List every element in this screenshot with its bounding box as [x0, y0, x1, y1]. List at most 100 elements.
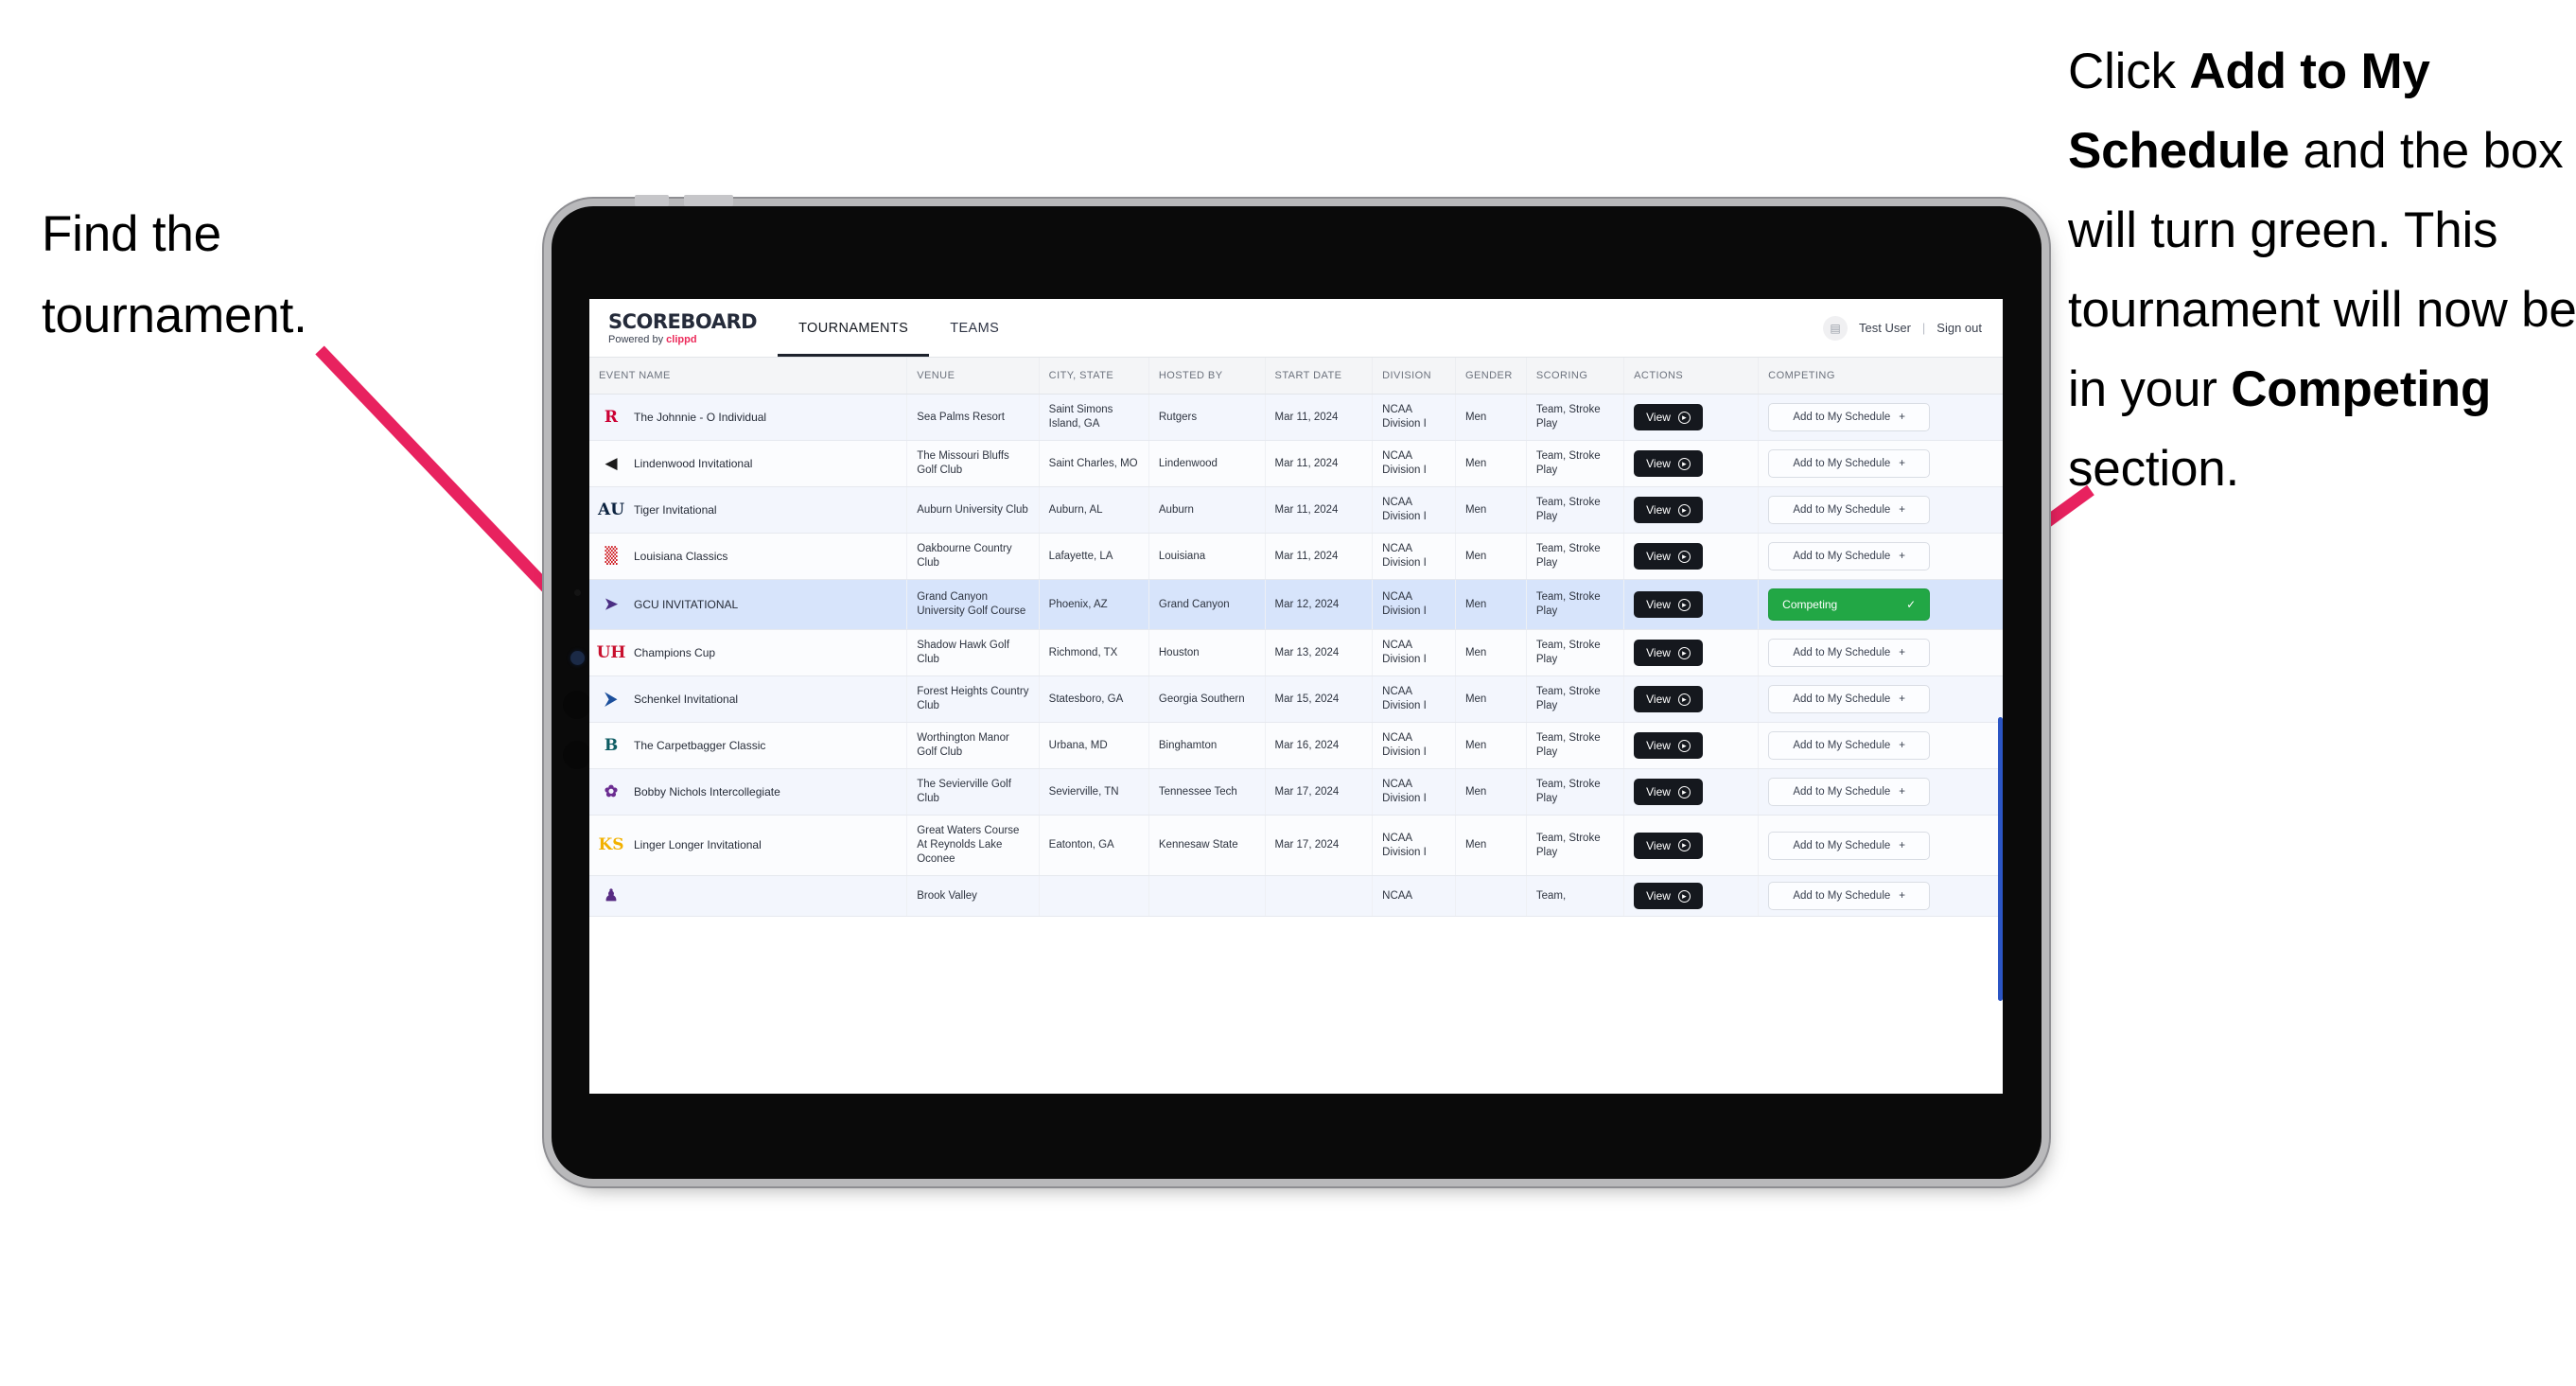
side-port-icon-2 — [563, 741, 591, 769]
volume-up-button[interactable] — [635, 195, 669, 206]
tournaments-table-container[interactable]: EVENT NAME VENUE CITY, STATE HOSTED BY START… — [589, 358, 2003, 1094]
cell-scoring: Team, Stroke Play — [1526, 768, 1625, 816]
table-row[interactable]: ➤ GCU INVITATIONAL Grand Canyon University… — [589, 579, 2003, 630]
table-header-row: EVENT NAME VENUE CITY, STATE HOSTED BY START… — [589, 358, 2003, 395]
cell-venue: Grand Canyon University Golf Course — [906, 579, 1040, 630]
arrow-right-circle-icon: ▸ — [1677, 411, 1691, 424]
arrow-right-circle-icon: ▸ — [1677, 550, 1691, 563]
volume-down-button[interactable] — [684, 195, 733, 206]
tournaments-table: EVENT NAME VENUE CITY, STATE HOSTED BY START… — [589, 358, 2003, 917]
add-to-my-schedule-button[interactable]: Add to My Schedule + — [1768, 685, 1931, 713]
view-button[interactable]: View ▸ — [1634, 450, 1703, 477]
add-to-my-schedule-button[interactable]: Add to My Schedule + — [1768, 496, 1931, 524]
arrow-right-circle-icon: ▸ — [1677, 839, 1691, 851]
add-to-my-schedule-button[interactable]: Add to My Schedule + — [1768, 449, 1931, 478]
add-to-my-schedule-button[interactable]: Add to My Schedule + — [1768, 778, 1931, 806]
column-header-start-date[interactable]: START DATE — [1265, 358, 1374, 395]
avatar[interactable]: ▤ — [1823, 315, 1848, 341]
plus-icon: + — [1899, 740, 1905, 751]
table-row[interactable]: ⮞ Schenkel Invitational Forest Heights Cou… — [589, 675, 2003, 723]
table-row[interactable]: ◀ Lindenwood Invitational The Missouri Blu… — [589, 440, 2003, 487]
cell-competing: Add to My Schedule + — [1758, 440, 2003, 487]
table-row[interactable]: KS Linger Longer Invitational Great Waters… — [589, 815, 2003, 876]
view-button[interactable]: View ▸ — [1634, 497, 1703, 523]
cell-venue: The Missouri Bluffs Golf Club — [906, 440, 1040, 487]
column-header-division[interactable]: DIVISION — [1372, 358, 1456, 395]
view-button[interactable]: View ▸ — [1634, 832, 1703, 859]
front-camera-icon — [570, 651, 585, 665]
view-button[interactable]: View ▸ — [1634, 640, 1703, 666]
cell-scoring: Team, Stroke Play — [1526, 722, 1625, 769]
cell-division: NCAA Division I — [1372, 815, 1456, 876]
cell-division: NCAA Division I — [1372, 768, 1456, 816]
brand-logo[interactable]: SCOREBOARD Powered by clippd — [589, 299, 778, 357]
sign-out-link[interactable]: Sign out — [1936, 321, 1982, 335]
add-to-my-schedule-button[interactable]: Add to My Schedule + — [1768, 731, 1931, 760]
plus-icon: + — [1899, 693, 1905, 705]
column-header-scoring[interactable]: SCORING — [1526, 358, 1625, 395]
cell-event-name: ♟ — [589, 875, 908, 917]
tab-tournaments[interactable]: TOURNAMENTS — [778, 299, 930, 357]
tablet-device-frame: SCOREBOARD Powered by clippd TOURNAMENTS… — [552, 195, 2042, 1179]
view-button[interactable]: View ▸ — [1634, 686, 1703, 712]
annotation-right: Click Add to My Schedule and the box wil… — [2068, 32, 2576, 509]
cell-event-name: R The Johnnie - O Individual — [589, 394, 908, 441]
cell-event-name: B The Carpetbagger Classic — [589, 722, 908, 769]
competing-button[interactable]: Competing ✓ — [1768, 588, 1931, 621]
cell-competing: Add to My Schedule + — [1758, 768, 2003, 816]
table-row[interactable]: ▒ Louisiana Classics Oakbourne Country Clu… — [589, 533, 2003, 580]
cell-start-date: Mar 12, 2024 — [1265, 579, 1374, 630]
view-button-label: View — [1646, 598, 1671, 611]
cell-city-state: Statesboro, GA — [1039, 675, 1149, 723]
view-button[interactable]: View ▸ — [1634, 732, 1703, 759]
event-name-label: Linger Longer Invitational — [634, 838, 762, 851]
view-button-label: View — [1646, 889, 1671, 903]
column-header-event-name[interactable]: EVENT NAME — [589, 358, 908, 395]
view-button[interactable]: View ▸ — [1634, 779, 1703, 805]
plus-icon: + — [1899, 412, 1905, 423]
arrow-right-circle-icon: ▸ — [1677, 693, 1691, 706]
view-button[interactable]: View ▸ — [1634, 543, 1703, 570]
cell-hosted-by: Binghamton — [1148, 722, 1266, 769]
plus-icon: + — [1899, 551, 1905, 562]
table-row[interactable]: B The Carpetbagger Classic Worthington Man… — [589, 722, 2003, 769]
view-button[interactable]: View ▸ — [1634, 883, 1703, 909]
cell-venue: Sea Palms Resort — [906, 394, 1040, 441]
cell-competing: Add to My Schedule + — [1758, 675, 2003, 723]
cell-venue: Brook Valley — [906, 875, 1040, 917]
add-to-my-schedule-button[interactable]: Add to My Schedule + — [1768, 882, 1931, 910]
column-header-hosted-by[interactable]: HOSTED BY — [1148, 358, 1266, 395]
table-row[interactable]: AU Tiger Invitational Auburn University Cl… — [589, 486, 2003, 534]
add-to-my-schedule-button[interactable]: Add to My Schedule + — [1768, 403, 1931, 431]
table-row[interactable]: ♟ Brook Valley NCAA Team, View ▸ Add to My Sch… — [589, 875, 2003, 917]
column-header-venue[interactable]: VENUE — [906, 358, 1040, 395]
cell-gender: Men — [1455, 394, 1527, 441]
tab-teams[interactable]: TEAMS — [929, 299, 1020, 357]
cell-venue: Oakbourne Country Club — [906, 533, 1040, 580]
column-header-city-state[interactable]: CITY, STATE — [1039, 358, 1149, 395]
table-row[interactable]: R The Johnnie - O Individual Sea Palms Res… — [589, 394, 2003, 441]
add-to-my-schedule-button[interactable]: Add to My Schedule + — [1768, 831, 1931, 860]
table-row[interactable]: UH Champions Cup Shadow Hawk Golf Club Rich… — [589, 629, 2003, 676]
cell-hosted-by — [1148, 875, 1266, 917]
vertical-scrollbar[interactable] — [1998, 717, 2003, 1001]
cell-scoring: Team, Stroke Play — [1526, 486, 1625, 534]
team-logo-icon: B — [604, 735, 619, 755]
cell-actions: View ▸ — [1623, 768, 1760, 816]
arrow-right-circle-icon: ▸ — [1677, 889, 1691, 903]
table-row[interactable]: ✿ Bobby Nichols Intercollegiate The Sevier… — [589, 768, 2003, 816]
arrow-right-circle-icon: ▸ — [1677, 646, 1691, 659]
cell-start-date: Mar 15, 2024 — [1265, 675, 1374, 723]
view-button[interactable]: View ▸ — [1634, 404, 1703, 430]
annotation-left: Find the tournament. — [42, 206, 307, 343]
column-header-actions[interactable]: ACTIONS — [1623, 358, 1760, 395]
view-button-label: View — [1646, 457, 1671, 470]
column-header-gender[interactable]: GENDER — [1455, 358, 1527, 395]
add-to-my-schedule-button[interactable]: Add to My Schedule + — [1768, 542, 1931, 570]
view-button[interactable]: View ▸ — [1634, 591, 1703, 618]
cell-start-date: Mar 11, 2024 — [1265, 533, 1374, 580]
column-header-competing[interactable]: COMPETING — [1758, 358, 2003, 395]
cell-city-state: Phoenix, AZ — [1039, 579, 1149, 630]
cell-city-state: Urbana, MD — [1039, 722, 1149, 769]
add-to-my-schedule-button[interactable]: Add to My Schedule + — [1768, 639, 1931, 667]
